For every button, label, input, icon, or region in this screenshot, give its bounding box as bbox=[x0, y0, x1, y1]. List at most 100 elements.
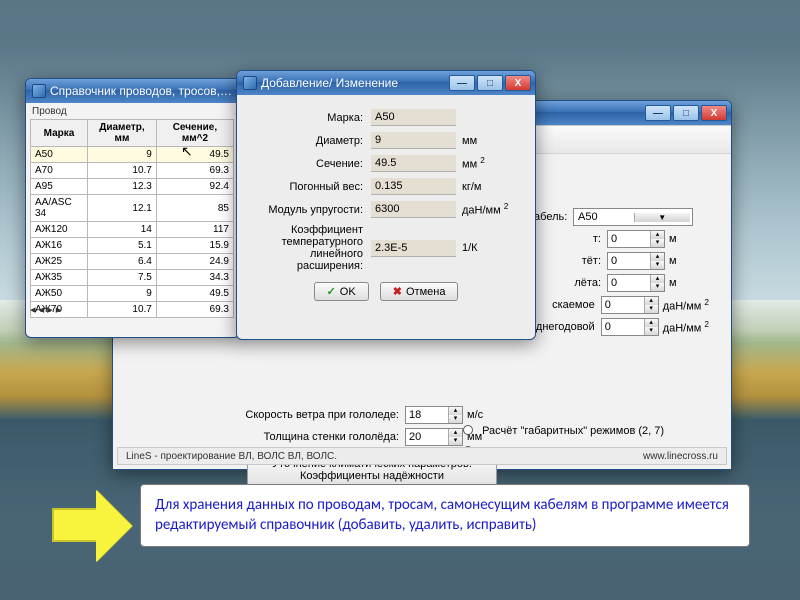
param-input[interactable] bbox=[602, 297, 644, 313]
table-row[interactable]: АЖ165.115.9 bbox=[31, 238, 234, 254]
field-unit: мм bbox=[462, 135, 477, 147]
yellow-arrow-icon bbox=[52, 490, 132, 560]
table-row[interactable]: A7010.769.3 bbox=[31, 163, 234, 179]
param-spinner[interactable]: ▴▾ bbox=[607, 230, 665, 248]
param-unit: м bbox=[669, 233, 677, 245]
field-unit: кг/м bbox=[462, 181, 481, 193]
field-label: Марка: bbox=[251, 112, 371, 124]
spinner-up-icon[interactable]: ▴ bbox=[644, 319, 658, 327]
param-input[interactable] bbox=[608, 231, 650, 247]
table-row[interactable]: A9512.392.4 bbox=[31, 179, 234, 195]
chevron-down-icon: ▼ bbox=[634, 213, 691, 222]
ice-thickness-input[interactable] bbox=[406, 429, 448, 445]
status-left: LineS - проектирование ВЛ, ВОЛС ВЛ, ВОЛС… bbox=[126, 451, 337, 462]
spinner-down-icon[interactable]: ▾ bbox=[650, 261, 664, 269]
spinner-down-icon[interactable]: ▾ bbox=[448, 437, 462, 445]
field-input[interactable] bbox=[371, 132, 456, 149]
param-label: лёта: bbox=[529, 277, 607, 289]
ice-thickness-label: Толщина стенки гололёда: bbox=[217, 431, 405, 443]
param-spinner[interactable]: ▴▾ bbox=[601, 318, 659, 336]
spinner-down-icon[interactable]: ▾ bbox=[650, 283, 664, 291]
param-input[interactable] bbox=[602, 319, 644, 335]
param-input[interactable] bbox=[608, 253, 650, 269]
lines-app-icon bbox=[243, 76, 257, 90]
reference-titlebar[interactable]: Справочник проводов, тросов, кабелей bbox=[26, 79, 239, 103]
cable-combo[interactable]: A50 ▼ bbox=[573, 208, 693, 226]
param-spinner[interactable]: ▴▾ bbox=[607, 252, 665, 270]
table-row[interactable]: АЖ50949.5 bbox=[31, 286, 234, 302]
spinner-up-icon[interactable]: ▴ bbox=[644, 297, 658, 305]
field-label: Погонный вес: bbox=[251, 181, 371, 193]
dialog-title: Добавление/ Изменение bbox=[261, 76, 449, 90]
dialog-titlebar[interactable]: Добавление/ Изменение — □ X bbox=[237, 71, 535, 95]
wire-params-panel: кабель: A50 ▼ т:▴▾мтёт:▴▾млёта:▴▾мскаемо… bbox=[529, 206, 719, 338]
spinner-up-icon[interactable]: ▴ bbox=[650, 253, 664, 261]
field-input[interactable] bbox=[371, 201, 456, 218]
table-row[interactable]: АЖ12014117 bbox=[31, 222, 234, 238]
spinner-down-icon[interactable]: ▾ bbox=[644, 327, 658, 335]
table-row[interactable]: АЖ256.424.9 bbox=[31, 254, 234, 270]
spinner-up-icon[interactable]: ▴ bbox=[448, 429, 462, 437]
param-unit: м bbox=[669, 277, 677, 289]
field-label: Диаметр: bbox=[251, 135, 371, 147]
ok-button[interactable]: ✓ OK bbox=[314, 282, 369, 301]
wind-speed-label: Скорость ветра при гололеде: bbox=[217, 409, 405, 421]
param-unit: даН/мм 2 bbox=[663, 298, 709, 313]
close-button[interactable]: X bbox=[701, 105, 727, 121]
reference-window: Справочник проводов, тросов, кабелей Про… bbox=[25, 78, 240, 338]
table-row[interactable]: AA/ASC 3412.185 bbox=[31, 195, 234, 222]
spinner-up-icon[interactable]: ▴ bbox=[650, 231, 664, 239]
status-right: www.linecross.ru bbox=[643, 451, 718, 462]
param-spinner[interactable]: ▴▾ bbox=[607, 274, 665, 292]
spinner-up-icon[interactable]: ▴ bbox=[650, 275, 664, 283]
param-input[interactable] bbox=[608, 275, 650, 291]
field-input[interactable] bbox=[371, 109, 456, 126]
param-unit: м bbox=[669, 255, 677, 267]
check-icon: ✓ bbox=[327, 285, 336, 298]
spinner-down-icon[interactable]: ▾ bbox=[644, 305, 658, 313]
radio-gabarit[interactable] bbox=[463, 425, 473, 435]
close-button[interactable]: X bbox=[505, 75, 531, 91]
ok-button-label: OK bbox=[340, 286, 356, 298]
spinner-down-icon[interactable]: ▾ bbox=[650, 239, 664, 247]
wire-group-label: Провод bbox=[26, 103, 239, 117]
field-unit: даН/мм 2 bbox=[462, 202, 508, 217]
ice-thickness-spinner[interactable]: ▴▾ bbox=[405, 428, 463, 446]
field-unit: мм 2 bbox=[462, 156, 485, 171]
table-header[interactable]: Диаметр, мм bbox=[88, 120, 157, 147]
param-label: еднегодовой bbox=[529, 321, 601, 333]
table-header[interactable]: Марка bbox=[31, 120, 88, 147]
wind-speed-input[interactable] bbox=[406, 407, 448, 423]
field-label: Сечение: bbox=[251, 158, 371, 170]
radio-gabarit-label: Расчёт "габаритных" режимов (2, 7) bbox=[482, 425, 664, 437]
param-unit: даН/мм 2 bbox=[663, 320, 709, 335]
param-label: тёт: bbox=[529, 255, 607, 267]
lines-app-icon bbox=[32, 84, 46, 98]
cross-icon: ✖ bbox=[393, 285, 402, 298]
minimize-button[interactable]: — bbox=[449, 75, 475, 91]
slide-caption: Для хранения данных по проводам, тросам,… bbox=[140, 484, 750, 547]
maximize-button[interactable]: □ bbox=[477, 75, 503, 91]
param-label: т: bbox=[529, 233, 607, 245]
table-header[interactable]: Сечение, мм^2 bbox=[156, 120, 233, 147]
cancel-button[interactable]: ✖ Отмена bbox=[380, 282, 459, 301]
wires-table[interactable]: МаркаДиаметр, ммСечение, мм^2 A50949.5A7… bbox=[30, 119, 234, 318]
wind-speed-unit: м/с bbox=[467, 409, 483, 421]
wind-speed-spinner[interactable]: ▴▾ bbox=[405, 406, 463, 424]
spinner-down-icon[interactable]: ▾ bbox=[448, 415, 462, 423]
record-navigator[interactable]: ◂ ◂ ▸ ▸ bbox=[30, 303, 61, 316]
param-label: скаемое bbox=[529, 299, 601, 311]
field-input[interactable] bbox=[371, 178, 456, 195]
field-input[interactable] bbox=[371, 155, 456, 172]
table-row[interactable]: АЖ357.534.3 bbox=[31, 270, 234, 286]
table-row[interactable]: A50949.5 bbox=[31, 147, 234, 163]
param-spinner[interactable]: ▴▾ bbox=[601, 296, 659, 314]
spinner-up-icon[interactable]: ▴ bbox=[448, 407, 462, 415]
maximize-button[interactable]: □ bbox=[673, 105, 699, 121]
minimize-button[interactable]: — bbox=[645, 105, 671, 121]
edit-dialog: Добавление/ Изменение — □ X Марка: Диамет… bbox=[236, 70, 536, 340]
cable-combo-value: A50 bbox=[578, 211, 634, 223]
field-input[interactable] bbox=[371, 240, 456, 257]
cancel-button-label: Отмена bbox=[406, 286, 445, 298]
field-unit: 1/К bbox=[462, 242, 478, 254]
